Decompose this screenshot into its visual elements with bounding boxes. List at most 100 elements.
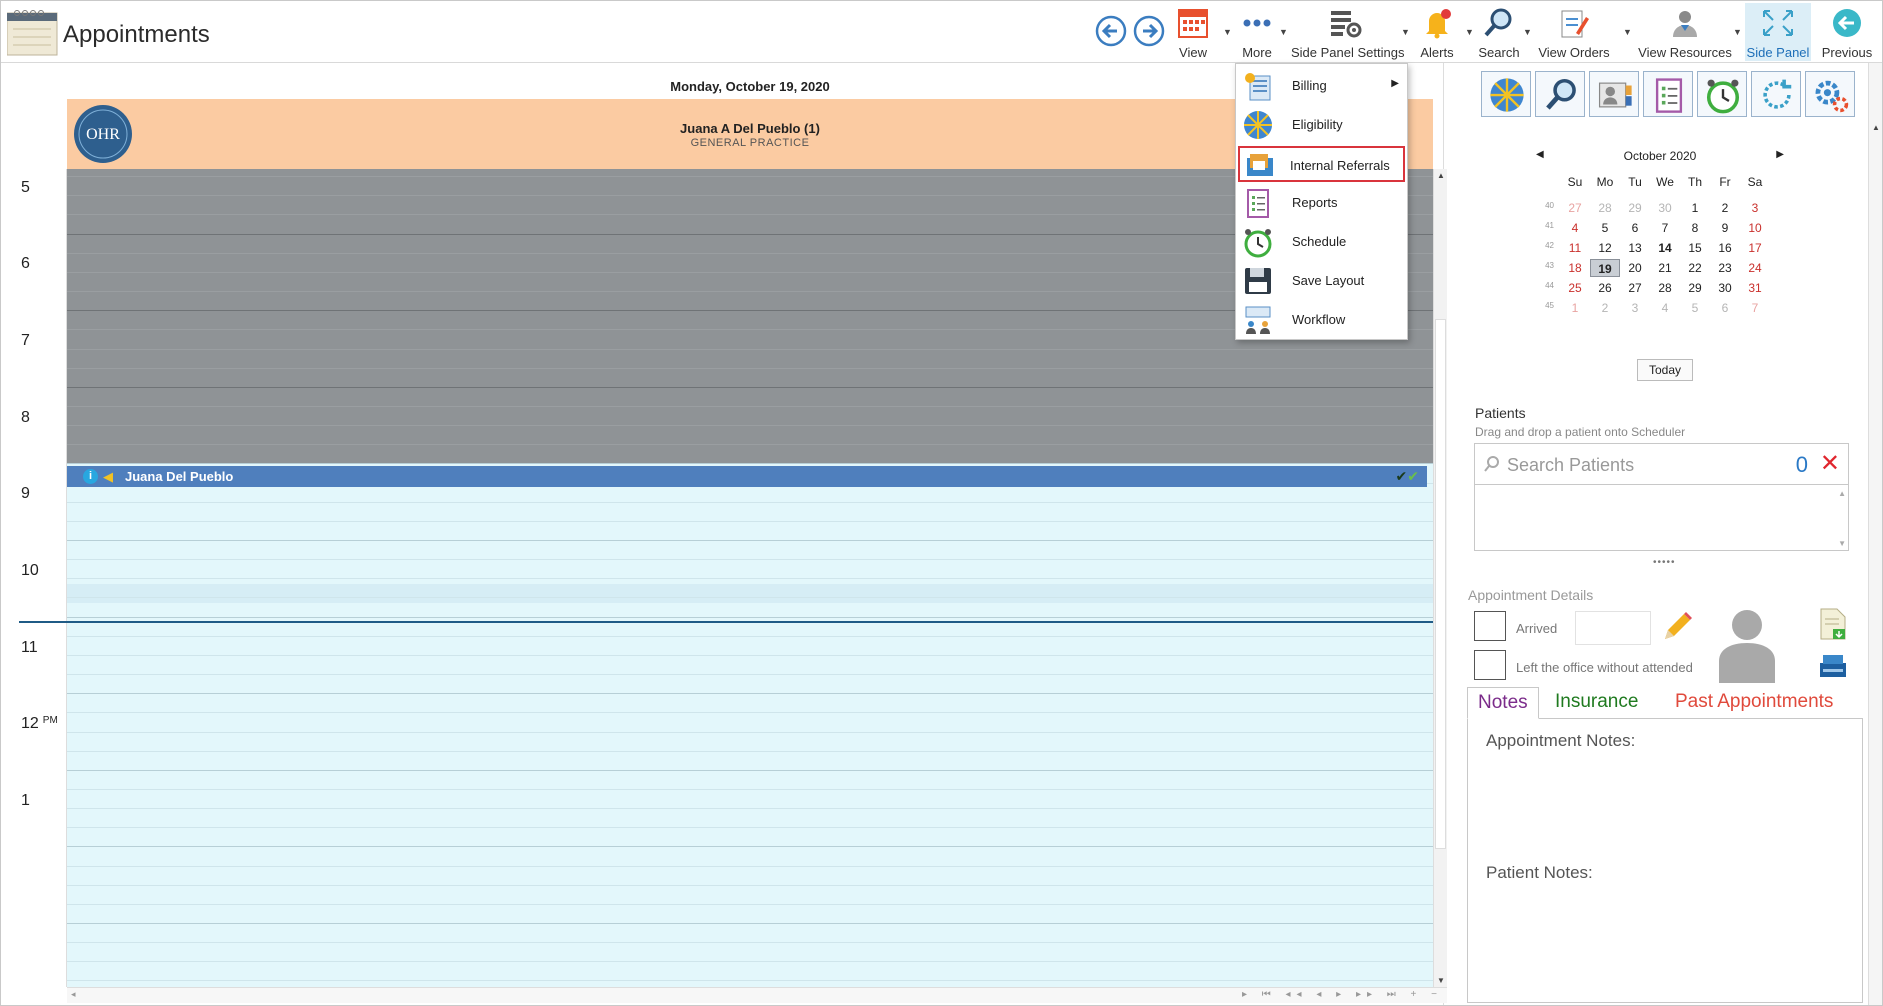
calendar-day[interactable]: 27 — [1620, 279, 1650, 297]
calendar-day[interactable]: 22 — [1680, 259, 1710, 277]
forward-arrow-icon[interactable] — [1133, 15, 1165, 47]
list-scroll-up-icon[interactable]: ▲ — [1838, 489, 1846, 498]
calendar-day[interactable]: 14 — [1650, 239, 1680, 257]
alerts-button[interactable]: Alerts — [1415, 3, 1459, 61]
document-download-icon[interactable] — [1817, 607, 1849, 641]
menu-item-save-layout[interactable]: Save Layout — [1238, 263, 1405, 299]
panel-splitter[interactable]: ••••• — [1653, 557, 1676, 568]
scroll-down-icon[interactable]: ▼ — [1437, 976, 1445, 985]
calendar-day[interactable]: 2 — [1710, 199, 1740, 217]
record-navigator[interactable]: ▸ ⏮ ◂◂ ◂ ▸ ▸▸ ⏭ + − — [1242, 989, 1443, 1000]
side-panel-button[interactable]: Side Panel — [1745, 3, 1811, 61]
calendar-day[interactable]: 11 — [1560, 239, 1590, 257]
view-button[interactable]: View — [1171, 3, 1215, 61]
arrived-time-field[interactable] — [1575, 611, 1651, 645]
calendar-day[interactable]: 2 — [1590, 299, 1620, 317]
scroll-up-icon[interactable]: ▲ — [1437, 171, 1445, 180]
vertical-scrollbar[interactable]: ▲ ▼ — [1433, 169, 1447, 987]
patient-list[interactable]: ▲ ▼ — [1474, 485, 1849, 551]
clear-search-icon[interactable]: ✕ — [1820, 449, 1840, 478]
patient-search-box[interactable]: Search Patients 0 ✕ — [1474, 443, 1849, 485]
calendar-day[interactable]: 25 — [1560, 279, 1590, 297]
calendar-day[interactable]: 26 — [1590, 279, 1620, 297]
time-slot-grid[interactable]: i ◀ Juana Del Pueblo ✔✔ — [67, 169, 1433, 987]
arrived-checkbox[interactable] — [1474, 611, 1506, 641]
menu-item-workflow[interactable]: Workflow — [1238, 302, 1405, 338]
calendar-day[interactable]: 7 — [1650, 219, 1680, 237]
info-icon[interactable]: i — [83, 469, 98, 484]
calendar-day[interactable]: 3 — [1740, 199, 1770, 217]
calendar-day[interactable]: 6 — [1710, 299, 1740, 317]
menu-item-schedule[interactable]: Schedule — [1238, 224, 1405, 260]
calendar-day[interactable]: 7 — [1740, 299, 1770, 317]
search-input[interactable]: Search Patients — [1507, 455, 1634, 476]
more-dropdown-caret[interactable]: ▼ — [1279, 27, 1288, 37]
calendar-day[interactable]: 20 — [1620, 259, 1650, 277]
calendar-day[interactable]: 21 — [1650, 259, 1680, 277]
calendar-day[interactable]: 5 — [1680, 299, 1710, 317]
reports-panel-button[interactable] — [1643, 71, 1693, 117]
alerts-dropdown-caret[interactable]: ▼ — [1465, 27, 1474, 37]
view-resources-button[interactable]: View Resources — [1637, 3, 1733, 61]
calendar-day[interactable]: 1 — [1560, 299, 1590, 317]
menu-item-billing[interactable]: Billing ▶ — [1238, 68, 1405, 104]
more-button[interactable]: More — [1235, 3, 1279, 61]
menu-item-internal-referrals[interactable]: Internal Referrals — [1238, 146, 1405, 182]
search-button[interactable]: Search — [1477, 3, 1521, 61]
calendar-day[interactable]: 16 — [1710, 239, 1740, 257]
schedule-panel-button[interactable] — [1697, 71, 1747, 117]
side-panel-scrollbar[interactable]: ▲ — [1868, 63, 1882, 1005]
today-button[interactable]: Today — [1637, 359, 1693, 381]
next-month-icon[interactable]: ▶ — [1776, 149, 1784, 160]
settings-panel-button[interactable] — [1805, 71, 1855, 117]
appointment-block[interactable]: i ◀ Juana Del Pueblo ✔✔ — [67, 466, 1427, 487]
calendar-day[interactable]: 12 — [1590, 239, 1620, 257]
calendar-day[interactable]: 3 — [1620, 299, 1650, 317]
horizontal-scrollbar[interactable]: ◂ ▸ ⏮ ◂◂ ◂ ▸ ▸▸ ⏭ + − — [67, 987, 1447, 1003]
calendar-day[interactable]: 17 — [1740, 239, 1770, 257]
patient-card-panel-button[interactable] — [1589, 71, 1639, 117]
calendar-day[interactable]: 28 — [1590, 199, 1620, 217]
view-dropdown-caret[interactable]: ▼ — [1223, 27, 1232, 37]
tab-insurance[interactable]: Insurance — [1545, 687, 1648, 719]
calendar-day[interactable]: 1 — [1680, 199, 1710, 217]
calendar-day[interactable]: 24 — [1740, 259, 1770, 277]
orders-dropdown-caret[interactable]: ▼ — [1623, 27, 1632, 37]
calendar-day[interactable]: 4 — [1560, 219, 1590, 237]
calendar-day[interactable]: 4 — [1650, 299, 1680, 317]
tab-notes[interactable]: Notes — [1467, 687, 1539, 719]
calendar-day[interactable]: 13 — [1620, 239, 1650, 257]
resources-dropdown-caret[interactable]: ▼ — [1733, 27, 1742, 37]
scroll-thumb[interactable] — [1435, 319, 1446, 849]
calendar-day[interactable]: 10 — [1740, 219, 1770, 237]
calendar-day[interactable]: 6 — [1620, 219, 1650, 237]
eligibility-panel-button[interactable] — [1481, 71, 1531, 117]
calendar-day[interactable]: 31 — [1740, 279, 1770, 297]
view-orders-button[interactable]: View Orders — [1537, 3, 1611, 61]
search-dropdown-caret[interactable]: ▼ — [1523, 27, 1532, 37]
calendar-day[interactable]: 9 — [1710, 219, 1740, 237]
scroll-left-icon[interactable]: ◂ — [71, 989, 76, 1000]
refresh-panel-button[interactable] — [1751, 71, 1801, 117]
menu-item-reports[interactable]: Reports — [1238, 185, 1405, 221]
side-panel-settings-button[interactable]: Side Panel Settings — [1291, 3, 1404, 61]
calendar-day[interactable]: 27 — [1560, 199, 1590, 217]
tab-past-appointments[interactable]: Past Appointments — [1665, 687, 1843, 719]
search-panel-button[interactable] — [1535, 71, 1585, 117]
settings-dropdown-caret[interactable]: ▼ — [1401, 27, 1410, 37]
pencil-icon[interactable] — [1661, 611, 1693, 643]
previous-button[interactable]: Previous — [1819, 3, 1875, 61]
back-arrow-icon[interactable] — [1095, 15, 1127, 47]
calendar-day[interactable]: 5 — [1590, 219, 1620, 237]
calendar-day[interactable]: 29 — [1680, 279, 1710, 297]
list-scroll-down-icon[interactable]: ▼ — [1838, 539, 1846, 548]
side-scroll-up-icon[interactable]: ▲ — [1872, 123, 1880, 132]
calendar-day[interactable]: 15 — [1680, 239, 1710, 257]
calendar-day[interactable]: 19 — [1590, 259, 1620, 277]
scanner-icon[interactable] — [1817, 651, 1849, 681]
calendar-day[interactable]: 23 — [1710, 259, 1740, 277]
calendar-day[interactable]: 30 — [1710, 279, 1740, 297]
calendar-day[interactable]: 29 — [1620, 199, 1650, 217]
calendar-day[interactable]: 28 — [1650, 279, 1680, 297]
menu-item-eligibility[interactable]: Eligibility — [1238, 107, 1405, 143]
